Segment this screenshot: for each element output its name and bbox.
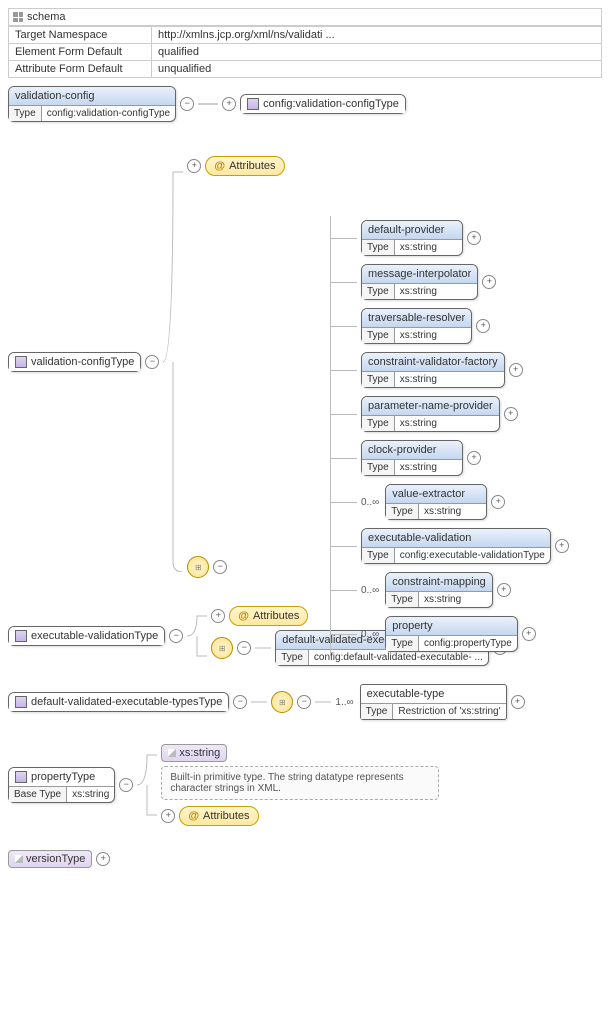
element-message-interpolator[interactable]: message-interpolatorTypexs:string [361,264,478,300]
collapse-icon[interactable]: − [169,629,183,643]
expand-icon[interactable]: + [555,539,569,553]
schema-icon [13,12,23,22]
version-type[interactable]: versionType [8,850,92,868]
element-constraint-validator-factory[interactable]: constraint-validator-factoryTypexs:strin… [361,352,505,388]
property-type[interactable]: propertyType Base Typexs:string [8,767,115,803]
vct-type[interactable]: validation-configType [8,352,141,372]
schema-header: schema Target Namespacehttp://xmlns.jcp.… [8,8,602,78]
dvet-type[interactable]: default-validated-executable-typesType [8,692,229,712]
sequence-icon: ⊞ [211,637,233,659]
attributes-node[interactable]: @Attributes [229,606,308,626]
executable-type-element[interactable]: executable-type TypeRestriction of 'xs:s… [360,684,507,720]
element-executable-validation[interactable]: executable-validationTypeconfig:executab… [361,528,551,564]
validation-config-element[interactable]: validation-config Typeconfig:validation-… [8,86,176,122]
collapse-icon[interactable]: − [119,778,133,792]
complex-type-icon [247,98,259,110]
dvet-section: default-validated-executable-typesType −… [8,684,602,720]
schema-props: Target Namespacehttp://xmlns.jcp.org/xml… [9,26,601,77]
complex-type-icon [15,696,27,708]
vct-child: parameter-name-providerTypexs:string + [331,392,569,436]
attributes-node[interactable]: @Attributes [205,156,284,176]
validation-config-type-ref[interactable]: config:validation-configType [240,94,406,114]
expand-icon[interactable]: + [211,609,225,623]
expand-icon[interactable]: + [491,495,505,509]
expand-icon[interactable]: + [497,583,511,597]
pt-section: propertyType Base Typexs:string − xs:str… [8,740,602,830]
collapse-icon[interactable]: − [297,695,311,709]
doc-tooltip: Built-in primitive type. The string data… [161,766,439,800]
occurrence: 0..∞ [361,585,379,596]
vct-child: constraint-validator-factoryTypexs:strin… [331,348,569,392]
validation-config-row: validation-config Typeconfig:validation-… [8,86,602,122]
evt-type[interactable]: executable-validationType [8,626,165,646]
collapse-icon[interactable]: − [145,355,159,369]
vct-children: default-providerTypexs:string+message-in… [298,216,569,656]
occurrence: 1..∞ [335,697,353,708]
expand-icon[interactable]: + [467,231,481,245]
collapse-icon[interactable]: − [237,641,251,655]
expand-icon[interactable]: + [522,627,536,641]
element-value-extractor[interactable]: value-extractorTypexs:string [385,484,487,520]
collapse-icon[interactable]: − [180,97,194,111]
element-clock-provider[interactable]: clock-providerTypexs:string [361,440,463,476]
occurrence: 0..∞ [361,629,379,640]
sequence-icon: ⊞ [187,556,209,578]
expand-icon[interactable]: + [509,363,523,377]
vct-child: 0..∞ propertyTypeconfig:propertyType + [331,612,569,656]
expand-icon[interactable]: + [161,809,175,823]
complex-type-icon [15,356,27,368]
vct-child: traversable-resolverTypexs:string + [331,304,569,348]
complex-type-icon [15,771,27,783]
vct-child: default-providerTypexs:string + [331,216,569,260]
occurrence: 0..∞ [361,497,379,508]
vct-child: executable-validationTypeconfig:executab… [331,524,569,568]
complex-type-icon [15,630,27,642]
expand-icon[interactable]: + [476,319,490,333]
vct-child: message-interpolatorTypexs:string + [331,260,569,304]
expand-icon[interactable]: + [511,695,525,709]
expand-icon[interactable]: + [96,852,110,866]
vct-child: clock-providerTypexs:string + [331,436,569,480]
expand-icon[interactable]: + [504,407,518,421]
collapse-icon[interactable]: − [213,560,227,574]
expand-icon[interactable]: + [467,451,481,465]
attributes-node[interactable]: @Attributes [179,806,258,826]
element-constraint-mapping[interactable]: constraint-mappingTypexs:string [385,572,493,608]
vct-child: 0..∞ constraint-mappingTypexs:string + [331,568,569,612]
vct-child: 0..∞ value-extractorTypexs:string + [331,480,569,524]
element-property[interactable]: propertyTypeconfig:propertyType [385,616,518,652]
expand-icon[interactable]: + [187,159,201,173]
sequence-icon: ⊞ [271,691,293,713]
expand-icon[interactable]: + [222,97,236,111]
schema-title: schema [27,11,66,23]
vt-section: versionType + [8,850,602,868]
element-traversable-resolver[interactable]: traversable-resolverTypexs:string [361,308,472,344]
element-parameter-name-provider[interactable]: parameter-name-providerTypexs:string [361,396,500,432]
expand-icon[interactable]: + [482,275,496,289]
xs-string-simple[interactable]: xs:string [161,744,227,762]
element-default-provider[interactable]: default-providerTypexs:string [361,220,463,256]
collapse-icon[interactable]: − [233,695,247,709]
